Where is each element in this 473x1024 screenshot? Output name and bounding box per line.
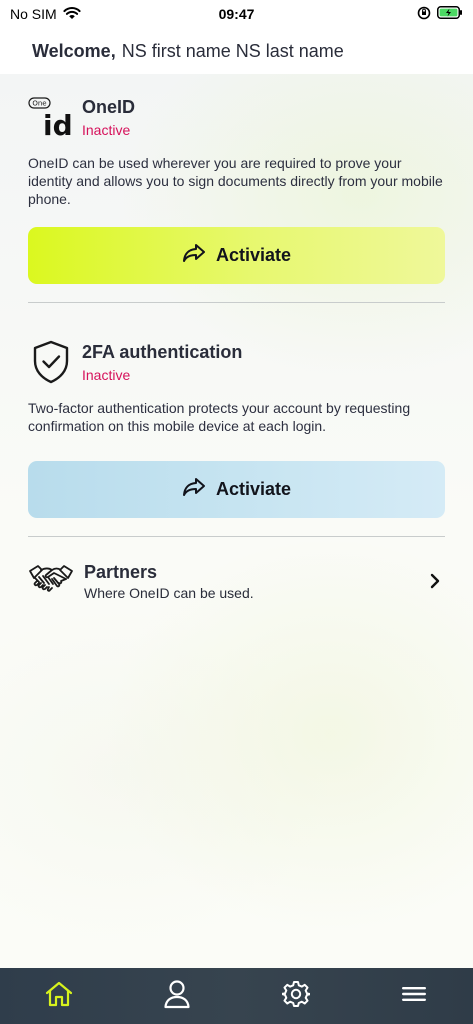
- welcome-header: Welcome, NS first name NS last name: [0, 28, 473, 74]
- oneid-titles: OneID Inactive: [82, 94, 135, 140]
- tab-profile[interactable]: [147, 968, 207, 1024]
- oneid-logo-big-text: id: [43, 109, 73, 137]
- status-left: No SIM: [10, 6, 81, 23]
- twofa-title: 2FA authentication: [82, 342, 243, 362]
- shield-check-icon: [28, 339, 74, 385]
- divider: [28, 536, 445, 537]
- tab-settings[interactable]: [266, 968, 326, 1024]
- twofa-activate-label: Activiate: [215, 479, 292, 499]
- twofa-header: 2FA authentication Inactive: [28, 339, 445, 385]
- tab-home[interactable]: [29, 968, 89, 1024]
- oneid-button-wrap: Activiate: [28, 227, 445, 284]
- tab-menu[interactable]: [384, 968, 444, 1024]
- twofa-button-wrap: Activiate: [28, 461, 445, 518]
- oneid-header: One id OneID Inactive: [28, 94, 445, 140]
- share-forward-icon: [182, 243, 206, 268]
- user-icon: [163, 979, 191, 1014]
- orientation-lock-icon: [417, 6, 431, 23]
- twofa-description: Two-factor authentication protects your …: [28, 400, 411, 434]
- gear-icon: [281, 980, 311, 1013]
- oneid-description: OneID can be used wherever you are requi…: [28, 155, 443, 207]
- screen: No SIM 09:47 Welcome, NS first name NS l…: [0, 0, 473, 1024]
- oneid-title: OneID: [82, 97, 136, 117]
- tab-bar: [0, 968, 473, 1024]
- oneid-activate-label: Activiate: [215, 245, 292, 265]
- battery-icon: [437, 6, 463, 22]
- twofa-section: 2FA authentication Inactive Two-factor a…: [28, 339, 445, 435]
- oneid-logo-icon: One id: [28, 94, 74, 140]
- handshake-icon: [28, 562, 74, 601]
- main-content: One id OneID Inactive OneID can be used …: [0, 74, 473, 968]
- partners-titles: Partners Where OneID can be used.: [84, 561, 425, 602]
- user-name: NS first name NS last name: [121, 40, 344, 61]
- menu-icon: [401, 985, 427, 1008]
- twofa-activate-button[interactable]: Activiate: [28, 461, 445, 518]
- divider: [28, 302, 445, 303]
- twofa-titles: 2FA authentication Inactive: [82, 339, 242, 385]
- twofa-status: Inactive: [82, 367, 131, 383]
- carrier-label: No SIM: [10, 6, 57, 22]
- status-right: [417, 6, 463, 23]
- home-icon: [44, 980, 74, 1013]
- partners-subtitle: Where OneID can be used.: [84, 584, 254, 601]
- status-bar: No SIM 09:47: [0, 0, 473, 28]
- partners-title: Partners: [84, 561, 158, 582]
- welcome-label: Welcome,: [32, 40, 116, 61]
- oneid-status: Inactive: [82, 122, 131, 138]
- oneid-section: One id OneID Inactive OneID can be used …: [28, 94, 445, 208]
- oneid-activate-button[interactable]: Activiate: [28, 227, 445, 284]
- chevron-right-icon: [425, 571, 445, 591]
- oneid-logo-small-text: One: [32, 100, 46, 108]
- partners-row[interactable]: Partners Where OneID can be used.: [28, 558, 445, 604]
- share-forward-icon: [182, 477, 206, 502]
- wifi-icon: [63, 6, 81, 23]
